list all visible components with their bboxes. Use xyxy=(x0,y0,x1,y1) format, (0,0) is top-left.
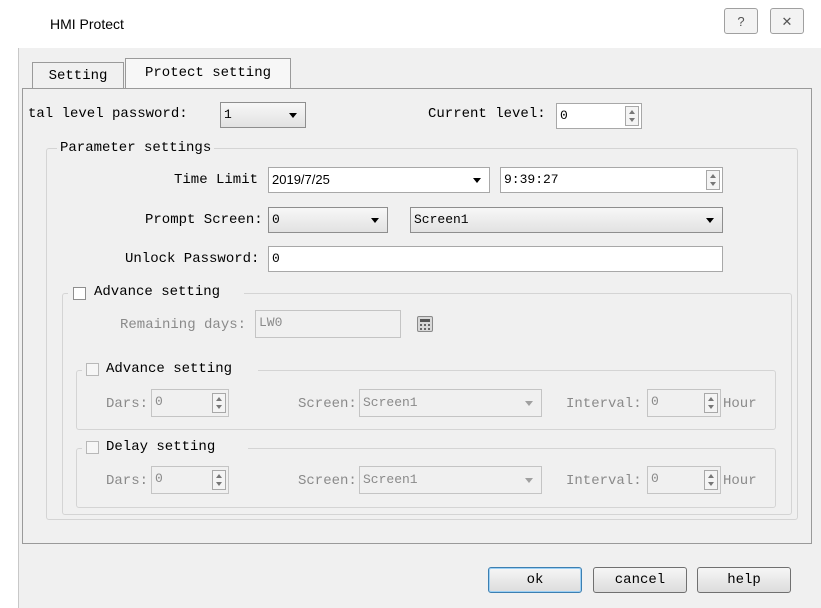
help-button[interactable]: help xyxy=(697,567,791,593)
spin-arrows-icon[interactable] xyxy=(704,470,718,490)
chevron-down-icon xyxy=(289,113,297,118)
tab-setting[interactable]: Setting xyxy=(32,62,124,88)
delay-screen-select[interactable]: Screen1 xyxy=(359,466,542,494)
advance-interval-value: 0 xyxy=(651,394,659,409)
advance-days-spinbox[interactable]: 0 xyxy=(151,389,229,417)
tab-protect-setting[interactable]: Protect setting xyxy=(125,58,291,88)
advance-screen-label: Screen: xyxy=(298,396,357,412)
delay-days-label: Dars: xyxy=(106,473,149,489)
delay-setting-title: Delay setting xyxy=(106,439,216,455)
time-limit-label: Time Limit xyxy=(174,172,259,188)
advance-days-value: 0 xyxy=(155,394,163,409)
prompt-screen-label: Prompt Screen: xyxy=(145,212,263,228)
delay-interval-spinbox[interactable]: 0 xyxy=(647,466,721,494)
delay-days-spinbox[interactable]: 0 xyxy=(151,466,229,494)
cancel-button[interactable]: cancel xyxy=(593,567,687,593)
advance-screen-select[interactable]: Screen1 xyxy=(359,389,542,417)
total-level-password-select[interactable]: 1 xyxy=(220,102,306,128)
advance-interval-unit: Hour xyxy=(723,396,757,412)
unlock-password-label: Unlock Password: xyxy=(125,251,260,267)
advance-setting-checkbox[interactable] xyxy=(73,287,86,300)
remaining-days-field[interactable]: LW0 xyxy=(255,310,401,338)
total-level-password-label: tal level password: xyxy=(28,106,188,122)
unlock-password-value: 0 xyxy=(272,251,280,266)
prompt-screen-select[interactable]: Screen1 xyxy=(410,207,723,233)
time-limit-time: 9:39:27 xyxy=(504,172,559,187)
current-level-label: Current level: xyxy=(428,106,546,122)
advance-interval-label: Interval: xyxy=(566,396,642,412)
remaining-days-value: LW0 xyxy=(259,315,283,330)
delay-days-value: 0 xyxy=(155,471,163,486)
advance-screen-value: Screen1 xyxy=(363,395,418,410)
current-level-value: 0 xyxy=(560,108,568,123)
spin-arrows-icon[interactable] xyxy=(212,470,226,490)
chevron-down-icon xyxy=(525,478,533,483)
delay-setting-checkbox[interactable] xyxy=(86,441,99,454)
advance-interval-spinbox[interactable]: 0 xyxy=(647,389,721,417)
advance-days-label: Dars: xyxy=(106,396,149,412)
time-limit-date: 2019/7/25 xyxy=(272,172,330,187)
chevron-down-icon xyxy=(371,218,379,223)
advance-setting-title: Advance setting xyxy=(94,284,221,300)
total-level-password-value: 1 xyxy=(224,107,232,122)
inner-advance-title: Advance setting xyxy=(106,361,233,377)
chevron-down-icon xyxy=(473,178,481,183)
delay-screen-value: Screen1 xyxy=(363,472,418,487)
current-level-spinbox[interactable]: 0 xyxy=(556,103,642,129)
unlock-password-input[interactable]: 0 xyxy=(268,246,723,272)
delay-screen-label: Screen: xyxy=(298,473,357,489)
chevron-down-icon xyxy=(706,218,714,223)
delay-interval-label: Interval: xyxy=(566,473,642,489)
prompt-screen-name: Screen1 xyxy=(414,212,469,227)
spin-arrows-icon[interactable] xyxy=(212,393,226,413)
calculator-icon[interactable] xyxy=(417,316,433,332)
chevron-down-icon xyxy=(525,401,533,406)
prompt-screen-number: 0 xyxy=(272,212,280,227)
delay-interval-unit: Hour xyxy=(723,473,757,489)
window-title: HMI Protect xyxy=(50,16,124,32)
time-limit-time-spinbox[interactable]: 9:39:27 xyxy=(500,167,723,193)
spin-arrows-icon[interactable] xyxy=(706,170,720,190)
remaining-days-label: Remaining days: xyxy=(120,317,247,333)
inner-advance-checkbox[interactable] xyxy=(86,363,99,376)
ok-button[interactable]: ok xyxy=(488,567,582,593)
delay-interval-value: 0 xyxy=(651,471,659,486)
parameter-settings-title: Parameter settings xyxy=(57,140,215,156)
spin-arrows-icon[interactable] xyxy=(625,106,639,126)
prompt-screen-number-select[interactable]: 0 xyxy=(268,207,388,233)
close-icon[interactable]: ✕ xyxy=(770,8,804,34)
time-limit-date-picker[interactable]: 2019/7/25 xyxy=(268,167,490,193)
help-icon[interactable]: ? xyxy=(724,8,758,34)
spin-arrows-icon[interactable] xyxy=(704,393,718,413)
